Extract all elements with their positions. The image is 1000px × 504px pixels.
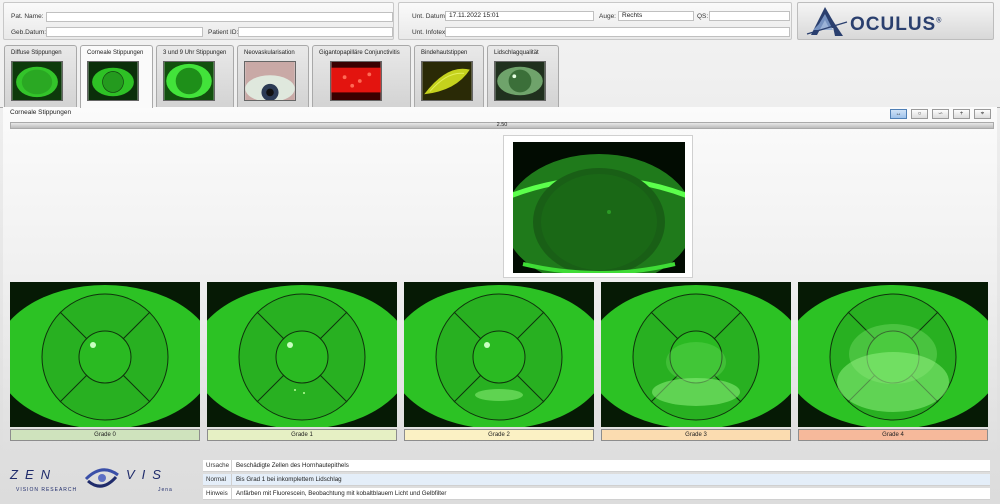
grade-3-button[interactable]: Grade 3 [601,429,791,441]
tab-label: Gigantopapilläre Conjunctivitis [319,50,400,56]
tool-crosshair-button[interactable]: + [953,109,970,119]
tool-circle-button[interactable]: ○ [911,109,928,119]
grade-2-button[interactable]: Grade 2 [404,429,594,441]
grade-4-button[interactable]: Grade 4 [798,429,988,441]
grade-4-image[interactable] [798,282,988,427]
tab-3-und-9-uhr[interactable]: 3 und 9 Uhr Stippungen [156,45,234,107]
zenvis-city: Jena [158,487,173,493]
tab-label: Bindehautstippen [421,50,468,56]
tab-bindehautstippen[interactable]: Bindehautstippen [414,45,484,107]
exam-date-field[interactable]: 17.11.2022 15:01 [445,11,594,21]
grade-0-image[interactable] [10,282,200,427]
oculus-mark-icon [806,7,848,36]
scale-slider[interactable]: 2.50 [10,122,994,129]
tab-label: 3 und 9 Uhr Stippungen [163,50,227,56]
qs-label: QS: [697,13,709,20]
tab-label: Lidschlagqualität [494,50,539,56]
section-title: Corneale Stippungen [10,109,72,116]
zenvis-logo: ZEN VIS VISION RESEARCH Jena [8,461,198,499]
exam-info-panel: Unt. Datum: 17.11.2022 15:01 Auge: Recht… [398,2,792,40]
info-row-ursache: Ursache Beschädigte Zellen des Hornhaute… [203,460,990,472]
patient-info-panel: Pat. Name: Geb.Datum: Patient ID: [3,2,394,40]
eye-field[interactable]: Rechts [618,11,694,21]
exam-info-label: Unt. Infotext: [412,29,449,36]
scale-value: 2.50 [496,122,508,128]
tab-thumbnail [330,61,382,101]
tab-gigantopapillaere[interactable]: Gigantopapilläre Conjunctivitis [312,45,411,107]
zenvis-word-right: VIS [126,467,168,482]
info-value: Anfärben mit Fluorescein, Beobachtung mi… [236,490,447,497]
info-row-hinweis: Hinweis Anfärben mit Fluorescein, Beobac… [203,488,990,500]
zenvis-tagline: VISION RESEARCH [16,487,78,493]
tool-measure-button[interactable]: ⌖ [974,109,991,119]
patient-name-field[interactable] [46,12,393,22]
grade-0-button[interactable]: Grade 0 [10,429,200,441]
tab-label: Corneale Stippungen [87,50,144,56]
info-row-normal: Normal Bis Grad 1 bei inkomplettem Lidsc… [203,474,990,486]
tool-pan-button[interactable]: ↔ [890,109,907,119]
cornea-main-image[interactable] [513,142,685,273]
tab-thumbnail [421,61,473,101]
grade-3-image[interactable] [601,282,791,427]
tab-thumbnail [244,61,296,101]
info-key: Normal [203,474,232,485]
grade-1-button[interactable]: Grade 1 [207,429,397,441]
zenvis-swirl-icon [84,468,119,488]
oculus-logo: OCULUS® [797,2,994,40]
tab-label: Diffuse Stippungen [11,50,62,56]
tab-thumbnail [163,61,215,101]
qs-field[interactable] [709,11,790,21]
tab-label: Neovaskularisation [244,50,295,56]
patient-id-field[interactable] [238,27,393,37]
grade-1-image[interactable] [207,282,397,427]
exam-date-label: Unt. Datum: [412,13,447,20]
tab-lidschlagqualitaet[interactable]: Lidschlagqualität [487,45,559,107]
main-image-frame [503,135,693,278]
tab-thumbnail [11,61,63,101]
info-key: Hinweis [203,488,232,499]
tab-diffuse-stippungen[interactable]: Diffuse Stippungen [4,45,77,107]
tab-corneale-stippungen[interactable]: Corneale Stippungen [80,45,153,108]
tab-thumbnail [494,61,546,101]
patient-id-label: Patient ID: [208,29,239,36]
info-value: Bis Grad 1 bei inkomplettem Lidschlag [236,476,342,483]
tool-wave-button[interactable]: ∽ [932,109,949,119]
zenvis-word-left: ZEN [10,467,57,482]
dob-field[interactable] [46,27,203,37]
grade-2-image[interactable] [404,282,594,427]
patient-name-label: Pat. Name: [11,13,44,20]
brand-name: OCULUS® [850,14,943,35]
info-key: Ursache [203,460,232,471]
main-panel: Corneale Stippungen ↔ ○ ∽ + ⌖ 2.50 Grade… [3,107,997,457]
tab-neovaskularisation[interactable]: Neovaskularisation [237,45,309,107]
tab-thumbnail [87,61,139,101]
exam-info-field[interactable] [445,27,790,37]
info-value: Beschädigte Zellen des Hornhautepithels [236,462,349,469]
dob-label: Geb.Datum: [11,29,47,36]
eye-label: Auge: [599,13,616,20]
